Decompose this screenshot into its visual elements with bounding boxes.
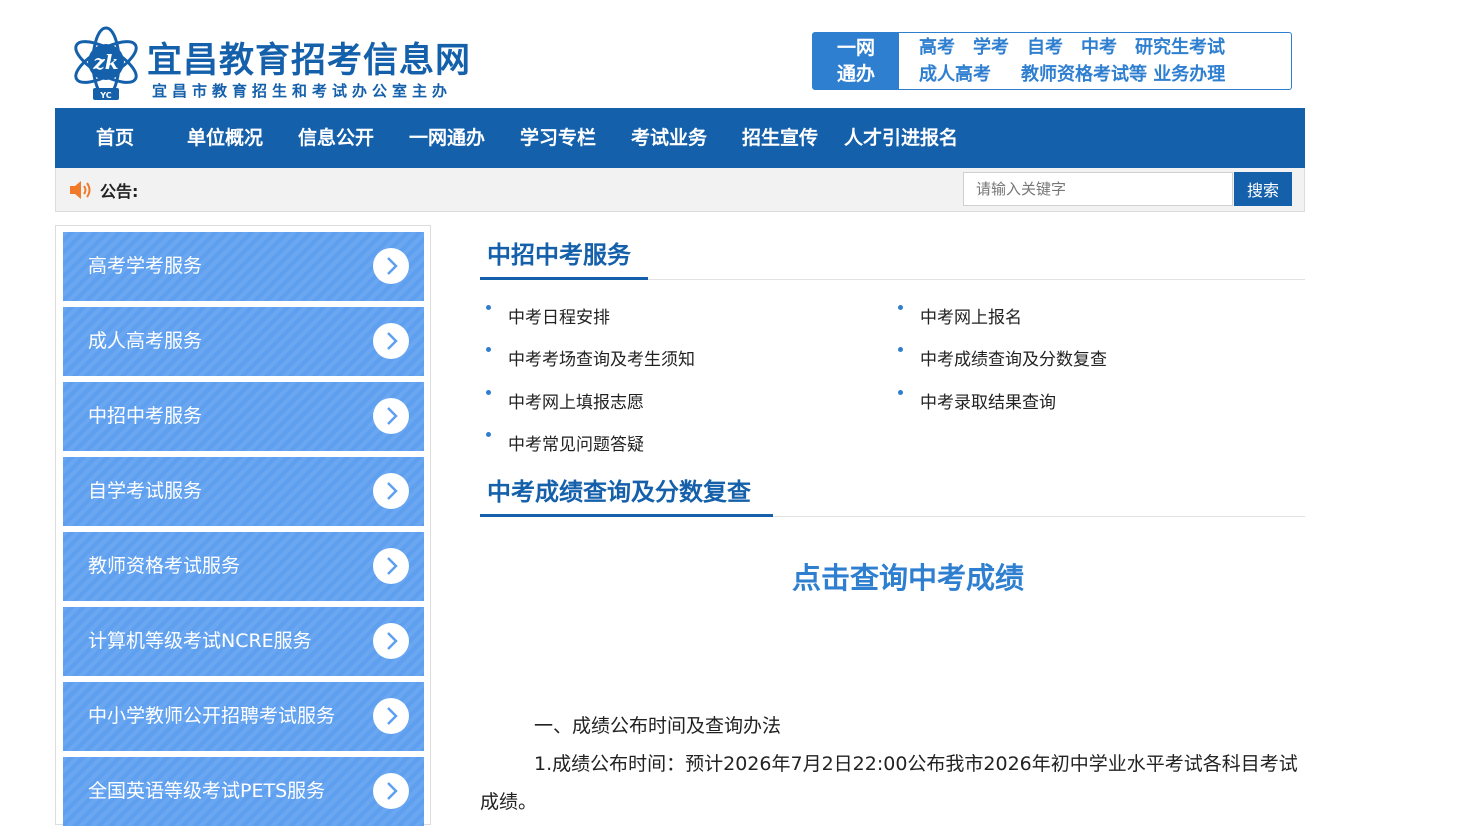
one-stop-links: 高考 学考 自考 中考 研究生考试 成人高考 教师资格考试等 业务办理 (919, 33, 1289, 88)
link-schedule[interactable]: 中考日程安排 (480, 303, 610, 328)
nav-item-talent[interactable]: 人才引进报名 (844, 108, 958, 168)
sidebar-item-zhongkao[interactable]: 中招中考服务 (63, 382, 424, 451)
chevron-right-icon (373, 623, 409, 659)
sidebar-item-pets[interactable]: 全国英语等级考试PETS服务 (63, 757, 424, 826)
nav-item-exams[interactable]: 考试业务 (631, 108, 707, 168)
section-underline (480, 514, 773, 517)
search-button[interactable]: 搜索 (1234, 172, 1292, 206)
one-stop-service-banner: 一网 通办 高考 学考 自考 中考 研究生考试 成人高考 教师资格考试等 业务办理 (812, 32, 1292, 90)
logo-text: zk (92, 50, 118, 74)
article-heading: 一、成绩公布时间及查询办法 (534, 715, 782, 737)
section-underline (480, 277, 648, 280)
section-title: 中招中考服务 (487, 241, 631, 269)
atom-logo-icon[interactable]: zk YC (67, 26, 145, 104)
chevron-right-icon (373, 323, 409, 359)
chevron-right-icon (373, 773, 409, 809)
site-title[interactable]: 宜昌教育招考信息网 (147, 32, 471, 83)
chevron-right-icon (373, 473, 409, 509)
chevron-right-icon (373, 548, 409, 584)
link-exam-room-query[interactable]: 中考考场查询及考生须知 (480, 345, 695, 370)
sidebar-item-gaokao[interactable]: 高考学考服务 (63, 232, 424, 301)
section-header-score: 中考成绩查询及分数复查 (480, 462, 1305, 517)
search-input[interactable] (963, 172, 1233, 206)
site-header: zk YC 宜昌教育招考信息网 宜昌市教育招生和考试办公室主办 一网 通办 高考… (55, 0, 1305, 108)
one-stop-link-gaokao[interactable]: 高考 (919, 37, 955, 58)
section-title: 中考成绩查询及分数复查 (487, 478, 751, 506)
sidebar-item-label: 全国英语等级考试PETS服务 (88, 780, 326, 802)
nav-item-admissions[interactable]: 招生宣传 (742, 108, 818, 168)
sidebar-item-label: 中小学教师公开招聘考试服务 (88, 705, 336, 727)
chevron-right-icon (373, 398, 409, 434)
sidebar-item-adult-gaokao[interactable]: 成人高考服务 (63, 307, 424, 376)
sidebar-item-self-study[interactable]: 自学考试服务 (63, 457, 424, 526)
one-stop-tag-line2: 通办 (836, 63, 875, 85)
page: zk YC 宜昌教育招考信息网 宜昌市教育招生和考试办公室主办 一网 通办 高考… (55, 0, 1305, 826)
sidebar-item-label: 自学考试服务 (88, 480, 203, 502)
link-volunteer-filling[interactable]: 中考网上填报志愿 (480, 388, 644, 413)
section-header-zhongkao: 中招中考服务 (480, 225, 1305, 280)
chevron-right-icon (373, 698, 409, 734)
notice-label: 公告: (100, 182, 139, 201)
site-subtitle: 宜昌市教育招生和考试办公室主办 (152, 82, 453, 100)
sidebar-item-label: 教师资格考试服务 (88, 555, 241, 577)
sidebar-item-ncre[interactable]: 计算机等级考试NCRE服务 (63, 607, 424, 676)
sidebar-item-label: 中招中考服务 (88, 405, 203, 427)
chevron-right-icon (373, 248, 409, 284)
link-online-registration[interactable]: 中考网上报名 (892, 303, 1022, 328)
one-stop-tag[interactable]: 一网 通办 (813, 33, 899, 89)
sidebar-item-label: 高考学考服务 (88, 255, 203, 277)
one-stop-link-xuekao[interactable]: 学考 (973, 37, 1009, 58)
link-admission-result[interactable]: 中考录取结果查询 (892, 388, 1056, 413)
sidebar-item-teacher-recruit[interactable]: 中小学教师公开招聘考试服务 (63, 682, 424, 751)
one-stop-link-graduate[interactable]: 研究生考试 (1135, 37, 1225, 58)
nav-item-one-stop[interactable]: 一网通办 (409, 108, 485, 168)
sidebar-item-teacher-cert[interactable]: 教师资格考试服务 (63, 532, 424, 601)
one-stop-links-row2: 成人高考 教师资格考试等 业务办理 (919, 61, 1289, 88)
one-stop-link-zikao[interactable]: 自考 (1027, 37, 1063, 58)
main-content: 中招中考服务 中考日程安排 中考网上报名 中考考场查询及考生须知 中考成绩查询及… (480, 225, 1305, 813)
main-nav: 首页 单位概况 信息公开 一网通办 学习专栏 考试业务 招生宣传 人才引进报名 (55, 108, 1305, 168)
one-stop-link-teacher-cert[interactable]: 教师资格考试等 业务办理 (1021, 64, 1225, 85)
speaker-icon (70, 181, 91, 199)
sidebar-item-label: 计算机等级考试NCRE服务 (88, 630, 312, 652)
nav-item-home[interactable]: 首页 (96, 108, 134, 168)
sidebar-item-label: 成人高考服务 (88, 330, 203, 352)
nav-item-study[interactable]: 学习专栏 (520, 108, 596, 168)
one-stop-links-row1: 高考 学考 自考 中考 研究生考试 (919, 34, 1289, 61)
link-faq[interactable]: 中考常见问题答疑 (480, 430, 644, 455)
score-query-link[interactable]: 点击查询中考成绩 (792, 555, 1024, 597)
link-score-query[interactable]: 中考成绩查询及分数复查 (892, 345, 1107, 370)
nav-item-about[interactable]: 单位概况 (187, 108, 263, 168)
nav-item-info[interactable]: 信息公开 (298, 108, 374, 168)
logo-sub-text: YC (99, 91, 112, 100)
sidebar: 高考学考服务 成人高考服务 中招中考服务 自学考试服务 教师资格考试服务 计算机… (55, 225, 431, 826)
one-stop-tag-line1: 一网 (836, 37, 875, 59)
one-stop-link-zhongkao[interactable]: 中考 (1081, 37, 1117, 58)
article-paragraph: 1.成绩公布时间：预计2026年7月2日22:00公布我市2026年初中学业水平… (480, 753, 1298, 813)
notice-bar: 公告: 搜索 (55, 168, 1305, 212)
one-stop-link-adult-gaokao[interactable]: 成人高考 (919, 64, 991, 85)
